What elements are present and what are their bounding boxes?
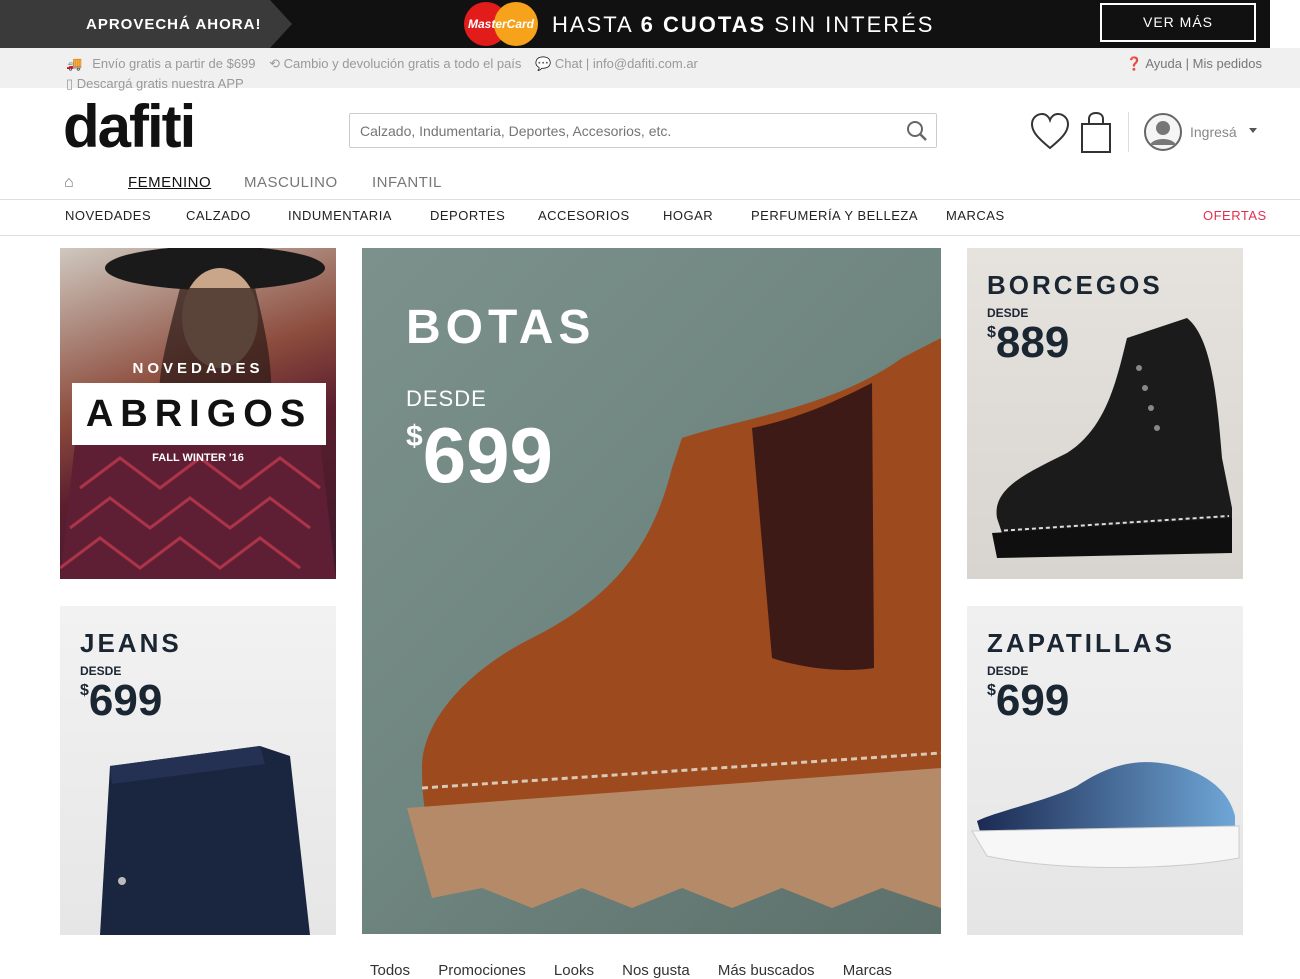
botas-title: BOTAS: [406, 301, 596, 354]
abrigos-season: FALL WINTER '16: [152, 452, 244, 464]
borcegos-price-value: 889: [995, 318, 1070, 367]
promo-banner[interactable]: APROVECHÁ AHORA! MasterCard HASTA 6 CUOT…: [0, 0, 1300, 48]
jeans-title: JEANS: [80, 628, 182, 658]
category-indumentaria[interactable]: INDUMENTARIA: [288, 208, 392, 223]
zapatillas-banner[interactable]: ZAPATILLAS DESDE $699: [967, 606, 1243, 935]
shopping-bag-icon[interactable]: [1078, 110, 1114, 154]
abrigos-title: ABRIGOS: [85, 393, 313, 435]
zapatillas-title: ZAPATILLAS: [987, 628, 1175, 658]
promo-text-bold: 6 CUOTAS: [640, 12, 767, 37]
mastercard-logo: MasterCard: [464, 2, 538, 46]
promo-left-panel: APROVECHÁ AHORA!: [0, 0, 292, 48]
jeans-banner[interactable]: JEANS DESDE $699: [60, 606, 336, 935]
search-input[interactable]: [350, 114, 890, 147]
abrigos-kicker: NOVEDADES: [132, 360, 264, 377]
category-perfumeria[interactable]: PERFUMERÍA Y BELLEZA: [751, 208, 918, 223]
jeans-currency: $: [80, 682, 89, 699]
info-bar: 🚚 Envío gratis a partir de $699 ⟲ Cambio …: [0, 48, 1300, 91]
category-novedades[interactable]: NOVEDADES: [65, 208, 151, 223]
refresh-icon: ⟲: [269, 56, 281, 71]
dafiti-logo[interactable]: dafiti: [63, 92, 196, 162]
jeans-price-value: 699: [88, 676, 163, 725]
promo-edge: [1270, 0, 1300, 48]
filter-mas-buscados[interactable]: Más buscados: [718, 962, 815, 979]
tab-femenino[interactable]: FEMENINO: [128, 174, 211, 191]
borcegos-price: $889: [987, 318, 1069, 368]
home-icon[interactable]: ⌂: [64, 174, 74, 192]
phone-icon: ▯: [66, 76, 74, 91]
borcegos-currency: $: [987, 324, 996, 341]
truck-icon: 🚚: [66, 56, 83, 71]
category-calzado[interactable]: CALZADO: [186, 208, 251, 223]
filter-marcas[interactable]: Marcas: [843, 962, 892, 979]
abrigos-title-box: ABRIGOS: [72, 383, 326, 445]
zapatillas-price: $699: [987, 676, 1069, 726]
chevron-down-icon[interactable]: [1249, 128, 1257, 133]
promo-text-pre: HASTA: [552, 12, 641, 37]
orders-link[interactable]: | Mis pedidos: [1186, 56, 1262, 71]
user-avatar-icon[interactable]: [1143, 112, 1183, 152]
category-deportes[interactable]: DEPORTES: [430, 208, 505, 223]
search-icon[interactable]: [904, 118, 930, 144]
promo-left-text: APROVECHÁ AHORA!: [86, 16, 262, 33]
category-hogar[interactable]: HOGAR: [663, 208, 713, 223]
bottom-filter-nav: Todos Promociones Looks Nos gusta Más bu…: [370, 962, 916, 979]
botas-price: $699: [406, 410, 553, 501]
abrigos-banner[interactable]: NOVEDADES ABRIGOS FALL WINTER '16: [60, 248, 336, 579]
filter-promociones[interactable]: Promociones: [438, 962, 526, 979]
botas-currency: $: [406, 420, 423, 453]
category-marcas[interactable]: MARCAS: [946, 208, 1005, 223]
shipping-info: Envío gratis a partir de $699: [92, 56, 256, 71]
botas-price-value: 699: [422, 411, 553, 499]
borcegos-title: BORCEGOS: [987, 270, 1163, 300]
returns-info: Cambio y devolución gratis a todo el paí…: [283, 56, 522, 71]
help-icon: ❓: [1126, 56, 1143, 71]
heart-icon[interactable]: [1030, 110, 1070, 154]
filter-looks[interactable]: Looks: [554, 962, 594, 979]
help-link[interactable]: Ayuda: [1145, 56, 1182, 71]
filter-nos-gusta[interactable]: Nos gusta: [622, 962, 690, 979]
category-nav: NOVEDADES CALZADO INDUMENTARIA DEPORTES …: [0, 199, 1300, 236]
header-divider: [1128, 112, 1129, 152]
zapatillas-currency: $: [987, 682, 996, 699]
app-download-link[interactable]: Descargá gratis nuestra APP: [77, 76, 244, 91]
borcegos-banner[interactable]: BORCEGOS DESDE $889: [967, 248, 1243, 579]
promo-text: HASTA 6 CUOTAS SIN INTERÉS: [552, 12, 934, 38]
tab-masculino[interactable]: MASCULINO: [244, 174, 338, 191]
category-accesorios[interactable]: ACCESORIOS: [538, 208, 630, 223]
jeans-price: $699: [80, 676, 162, 726]
botas-desde: DESDE: [406, 386, 487, 411]
chat-link[interactable]: Chat | info@dafiti.com.ar: [555, 56, 698, 71]
filter-todos[interactable]: Todos: [370, 962, 410, 979]
login-link[interactable]: Ingresá: [1190, 124, 1237, 140]
mastercard-logo-text: MasterCard: [467, 17, 535, 31]
zapatillas-price-value: 699: [995, 676, 1070, 725]
search-box[interactable]: [349, 113, 937, 148]
category-ofertas[interactable]: OFERTAS: [1203, 208, 1267, 223]
tab-infantil[interactable]: INFANTIL: [372, 174, 442, 191]
ver-mas-button[interactable]: VER MÁS: [1100, 3, 1256, 42]
promo-text-post: SIN INTERÉS: [766, 12, 935, 37]
botas-banner[interactable]: BOTAS DESDE $699: [362, 248, 941, 934]
chat-icon: 💬: [535, 56, 552, 71]
